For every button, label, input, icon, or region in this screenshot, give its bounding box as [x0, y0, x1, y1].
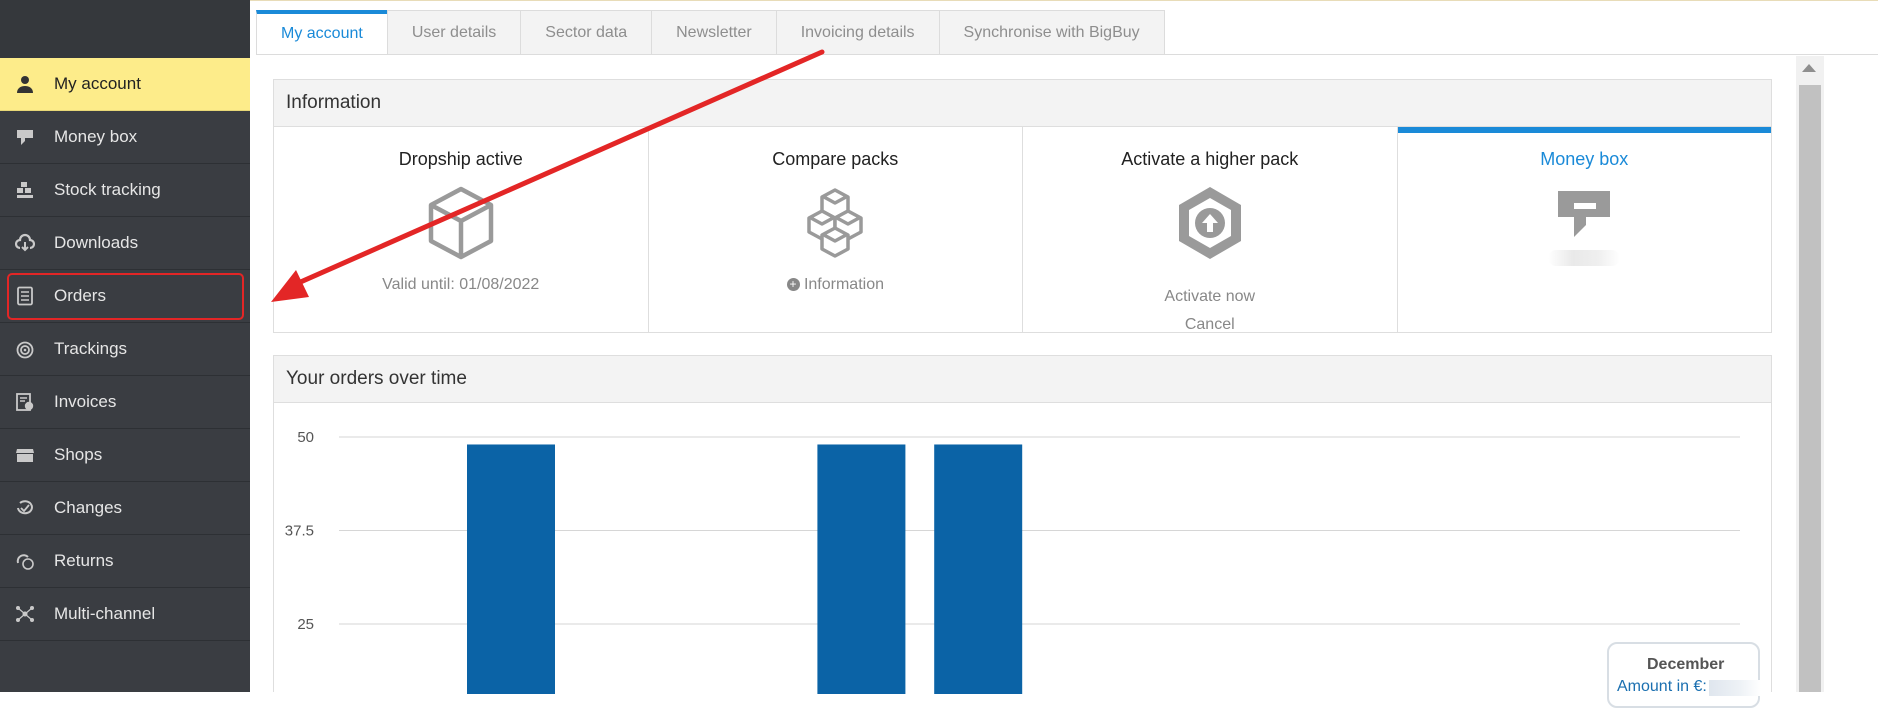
- sidebar-item-returns[interactable]: Returns: [0, 535, 250, 588]
- money-box-icon: [13, 125, 37, 149]
- sidebar-item-multi-channel[interactable]: Multi-channel: [0, 588, 250, 641]
- tab-invoicing-details[interactable]: Invoicing details: [775, 10, 940, 54]
- sidebar-item-label: Orders: [54, 286, 106, 305]
- sidebar-item-downloads[interactable]: Downloads: [0, 217, 250, 270]
- tab-sector-data[interactable]: Sector data: [520, 10, 653, 54]
- sidebar-item-label: Stock tracking: [54, 180, 161, 199]
- orders-bar-chart: 25 37.5 50: [285, 429, 1740, 694]
- orders-chart-title: Your orders over time: [274, 356, 1771, 403]
- cube-icon: [422, 184, 500, 262]
- cloud-download-icon: [13, 231, 37, 255]
- information-panel-title: Information: [274, 80, 1771, 127]
- scrollbar-thumb[interactable]: [1799, 85, 1821, 692]
- stock-icon: [13, 178, 37, 202]
- tooltip-amount-redacted: [1709, 680, 1761, 696]
- tooltip-amount-label: Amount in €:: [1617, 678, 1707, 695]
- sidebar-item-changes[interactable]: Changes: [0, 482, 250, 535]
- tabs-divider: [256, 54, 1878, 55]
- orders-icon: [13, 284, 37, 308]
- scroll-up-arrow-icon[interactable]: [1802, 64, 1816, 72]
- sidebar-item-label: Multi-channel: [54, 604, 156, 623]
- sidebar-item-label: Shops: [54, 445, 103, 464]
- invoice-icon: [13, 390, 37, 414]
- tab-my-account[interactable]: My account: [256, 10, 388, 54]
- card-title: Activate a higher pack: [1121, 149, 1299, 169]
- sidebar-item-invoices[interactable]: Invoices: [0, 376, 250, 429]
- upgrade-icon: [1171, 184, 1249, 262]
- multichannel-icon: [13, 602, 37, 626]
- sidebar-item-label: Trackings: [54, 339, 128, 358]
- tracking-icon: [13, 337, 37, 361]
- info-cards: Dropship active Valid until: 01/08/2022 …: [274, 127, 1771, 333]
- y-tick-label: 37.5: [285, 523, 314, 540]
- card-title: Compare packs: [772, 149, 899, 169]
- sidebar-item-stock-tracking[interactable]: Stock tracking: [0, 164, 250, 217]
- card-money-box[interactable]: Money box: [1397, 127, 1771, 333]
- account-tabs: My account User details Sector data News…: [256, 10, 1165, 54]
- cubes-icon: [796, 184, 874, 262]
- plus-circle-icon: +: [786, 278, 800, 291]
- chart-bar[interactable]: [467, 444, 555, 694]
- sidebar: My account Money box Stock tracking Down…: [0, 0, 250, 692]
- orders-chart: 25 37.5 50 December Amount in €:: [274, 403, 1771, 708]
- sidebar-item-money-box[interactable]: Money box: [0, 111, 250, 164]
- sidebar-item-label: Money box: [54, 127, 138, 146]
- information-link[interactable]: + Information: [786, 276, 884, 294]
- sidebar-item-label: Changes: [54, 498, 123, 517]
- activate-now-link[interactable]: Activate now: [1164, 288, 1255, 306]
- returns-icon: [13, 549, 37, 573]
- cancel-link[interactable]: Cancel: [1185, 316, 1235, 334]
- sidebar-header: [0, 0, 250, 58]
- y-tick-label: 50: [297, 429, 314, 446]
- tab-newsletter[interactable]: Newsletter: [651, 10, 777, 54]
- sidebar-item-label: Returns: [54, 551, 114, 570]
- card-dropship-active[interactable]: Dropship active Valid until: 01/08/2022: [274, 127, 649, 333]
- card-title: Money box: [1540, 149, 1629, 169]
- sidebar-item-my-account[interactable]: My account: [0, 58, 250, 111]
- tab-synchronise-bigbuy[interactable]: Synchronise with BigBuy: [938, 10, 1165, 54]
- sidebar-item-label: Invoices: [54, 392, 117, 411]
- tab-user-details[interactable]: User details: [386, 10, 522, 54]
- shop-icon: [13, 443, 37, 467]
- sidebar-item-trackings[interactable]: Trackings: [0, 323, 250, 376]
- valid-until-text: Valid until: 01/08/2022: [382, 276, 540, 293]
- sidebar-item-label: Downloads: [54, 233, 139, 252]
- chart-bar[interactable]: [934, 444, 1023, 694]
- sidebar-item-label: My account: [54, 74, 141, 93]
- orders-chart-panel: Your orders over time 25 37.5 50 December …: [273, 355, 1772, 708]
- card-compare-packs[interactable]: Compare packs + Information: [649, 127, 1023, 333]
- sidebar-item-orders[interactable]: Orders: [0, 270, 250, 323]
- user-icon: [13, 72, 37, 96]
- money-box-icon: [1545, 188, 1623, 244]
- changes-icon: [13, 496, 37, 520]
- top-border: [250, 0, 1878, 1]
- chart-bar[interactable]: [817, 444, 906, 694]
- chart-tooltip: December Amount in €:: [1607, 642, 1761, 708]
- sidebar-item-shops[interactable]: Shops: [0, 429, 250, 482]
- money-box-amount-redacted: [1548, 250, 1621, 266]
- tooltip-title: December: [1647, 656, 1725, 673]
- information-panel: Information Dropship active Valid until:…: [273, 79, 1772, 333]
- y-tick-label: 25: [297, 616, 314, 633]
- card-title: Dropship active: [398, 149, 523, 169]
- information-link-label: Information: [803, 276, 884, 293]
- card-activate-higher-pack[interactable]: Activate a higher pack Activate now Canc…: [1023, 127, 1398, 333]
